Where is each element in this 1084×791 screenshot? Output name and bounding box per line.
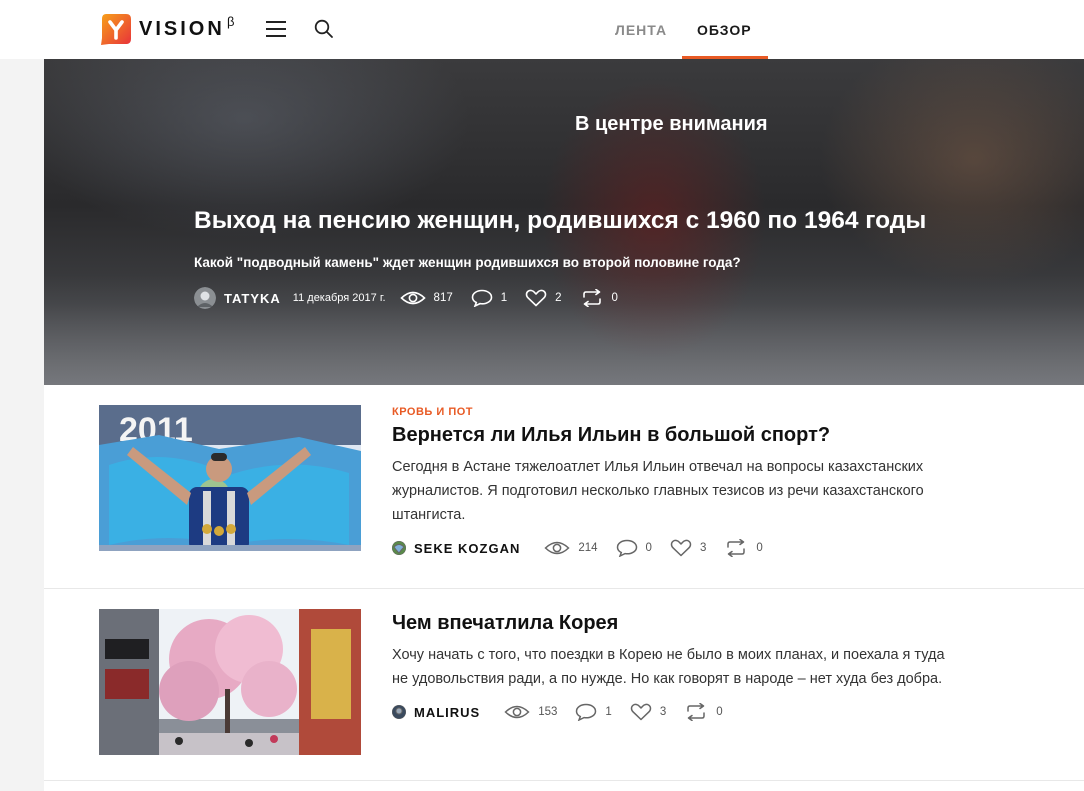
avatar[interactable] <box>392 705 406 719</box>
active-tab-indicator <box>682 56 768 59</box>
heart-icon <box>670 539 692 557</box>
likes-stat[interactable]: 3 <box>630 703 666 721</box>
article-excerpt: Хочу начать с того, что поездки в Корею … <box>392 647 945 687</box>
article-title[interactable]: Вернется ли Илья Ильин в большой спорт? <box>392 424 952 447</box>
comments-count: 1 <box>605 706 612 718</box>
heart-icon <box>525 289 547 307</box>
featured-heading: В центре внимания <box>575 113 768 135</box>
likes-stat[interactable]: 3 <box>670 539 706 557</box>
reposts-stat[interactable]: 0 <box>724 539 763 557</box>
search-icon[interactable] <box>314 19 334 39</box>
reposts-count: 0 <box>611 292 618 304</box>
hero-article-subtitle: Какой "подводный камень" ждет женщин род… <box>194 255 741 270</box>
author-name[interactable]: TATYKA <box>224 291 281 306</box>
likes-stat[interactable]: 2 <box>525 289 562 307</box>
views-stat: 214 <box>544 540 598 556</box>
article-thumbnail[interactable]: 2011 <box>99 405 361 551</box>
eye-icon <box>544 541 570 555</box>
comment-icon <box>616 539 637 557</box>
likes-count: 3 <box>699 542 707 554</box>
likes-count: 2 <box>555 292 562 304</box>
hamburger-icon[interactable] <box>266 21 286 39</box>
list-item: Чем впечатлила Корея Хочу начать с того,… <box>44 589 1084 781</box>
likes-count: 3 <box>659 706 667 718</box>
repost-icon <box>687 703 705 721</box>
list-item: 2011 КРОВЬ И ПОТ Вернется ли Илья Ильин … <box>44 385 1084 589</box>
vision-logo-icon[interactable] <box>99 12 133 46</box>
reposts-stat[interactable]: 0 <box>684 703 723 721</box>
top-header: VISION β ЛЕНТА ОБЗОР <box>0 0 1084 59</box>
beta-badge: β <box>227 14 235 29</box>
views-stat: 817 <box>399 290 453 306</box>
views-count: 214 <box>578 542 598 554</box>
author-name[interactable]: SEKE KOZGAN <box>414 541 520 556</box>
article-thumbnail[interactable] <box>99 609 361 755</box>
heart-icon <box>630 703 652 721</box>
article-excerpt: Сегодня в Астане тяжелоатлет Илья Ильин … <box>392 459 924 523</box>
author-name[interactable]: MALIRUS <box>414 705 480 720</box>
tab-obzor[interactable]: ОБЗОР <box>697 22 752 38</box>
avatar[interactable] <box>392 541 406 555</box>
publish-date: 11 декабря 2017 г. <box>292 292 386 304</box>
reposts-stat[interactable]: 0 <box>580 289 618 307</box>
comments-count: 0 <box>645 542 652 554</box>
reposts-count: 0 <box>756 542 763 554</box>
hero-meta: TATYKA 11 декабря 2017 г. 817 1 2 0 <box>194 287 618 309</box>
views-stat: 153 <box>504 704 557 720</box>
article-meta: SEKE KOZGAN 214 0 3 0 <box>392 537 952 559</box>
views-count: 817 <box>433 292 453 304</box>
hero-article-title[interactable]: Выход на пенсию женщин, родившихся с 196… <box>194 207 926 235</box>
comments-stat[interactable]: 1 <box>471 289 507 307</box>
avatar[interactable] <box>194 287 216 309</box>
comment-icon <box>576 703 597 721</box>
repost-icon <box>582 289 601 307</box>
article-text: Чем впечатлила Корея Хочу начать с того,… <box>392 612 952 723</box>
main-content: В центре внимания Выход на пенсию женщин… <box>44 59 1084 791</box>
article-category[interactable]: КРОВЬ И ПОТ <box>392 406 952 418</box>
brand-name[interactable]: VISION <box>139 18 225 41</box>
article-meta: MALIRUS 153 1 3 0 <box>392 701 952 723</box>
article-title[interactable]: Чем впечатлила Корея <box>392 612 952 635</box>
eye-icon <box>504 705 530 719</box>
tab-lenta[interactable]: ЛЕНТА <box>615 22 667 38</box>
comments-count: 1 <box>500 292 508 304</box>
comment-icon <box>471 289 493 307</box>
comments-stat[interactable]: 1 <box>575 703 612 721</box>
eye-icon <box>399 291 426 305</box>
article-text: КРОВЬ И ПОТ Вернется ли Илья Ильин в бол… <box>392 406 952 559</box>
featured-hero[interactable]: В центре внимания Выход на пенсию женщин… <box>44 59 1084 385</box>
comments-stat[interactable]: 0 <box>616 539 652 557</box>
reposts-count: 0 <box>716 706 723 718</box>
repost-icon <box>727 539 746 557</box>
views-count: 153 <box>538 706 558 718</box>
